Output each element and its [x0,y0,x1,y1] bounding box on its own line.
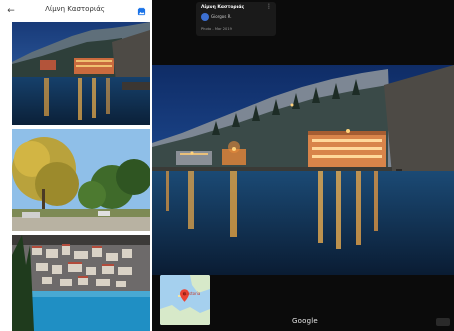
google-attribution: Google [292,317,318,325]
avatar [201,13,209,21]
location-minimap[interactable]: Kastoria [160,275,210,325]
panel-title: Λίμνη Καστοριάς [45,5,105,13]
main-photo-viewer: Λίμνη Καστοριάς ⋮ Giorgos R. Photo - Mar… [152,0,454,331]
thumbnail-autumn-trees-park[interactable] [12,129,150,231]
main-photo[interactable] [152,65,454,275]
viewer-corner-control[interactable] [436,318,450,326]
photo-date: Photo - Mar 2019 [201,27,232,31]
thumbnail-town-over-lake[interactable] [12,235,150,331]
thumbnail-lakeside-hotel-night[interactable] [12,22,150,125]
photo-author-link[interactable]: Giorgos R. [211,14,231,19]
photo-collection-icon [137,7,145,15]
thumbnail-image [12,129,150,231]
maps-photo-viewer: ← Λίμνη Καστοριάς Λίμνη Καστοριάς ⋮ Gior… [0,0,454,331]
more-vert-icon[interactable]: ⋮ [266,4,272,10]
photos-side-panel: ← Λίμνη Καστοριάς [0,0,152,331]
photo-collection-button[interactable] [134,4,148,18]
arrow-left-icon: ← [7,6,15,16]
photo-info-card: Λίμνη Καστοριάς ⋮ Giorgos R. Photo - Mar… [196,2,276,36]
back-button[interactable]: ← [4,4,18,18]
main-photo-image [152,65,454,275]
minimap-place-label: Kastoria [184,291,201,296]
thumbnail-image [12,22,150,125]
panel-header: ← Λίμνη Καστοριάς [0,0,152,22]
thumbnail-image [12,235,150,331]
photo-place-title: Λίμνη Καστοριάς [201,5,245,10]
